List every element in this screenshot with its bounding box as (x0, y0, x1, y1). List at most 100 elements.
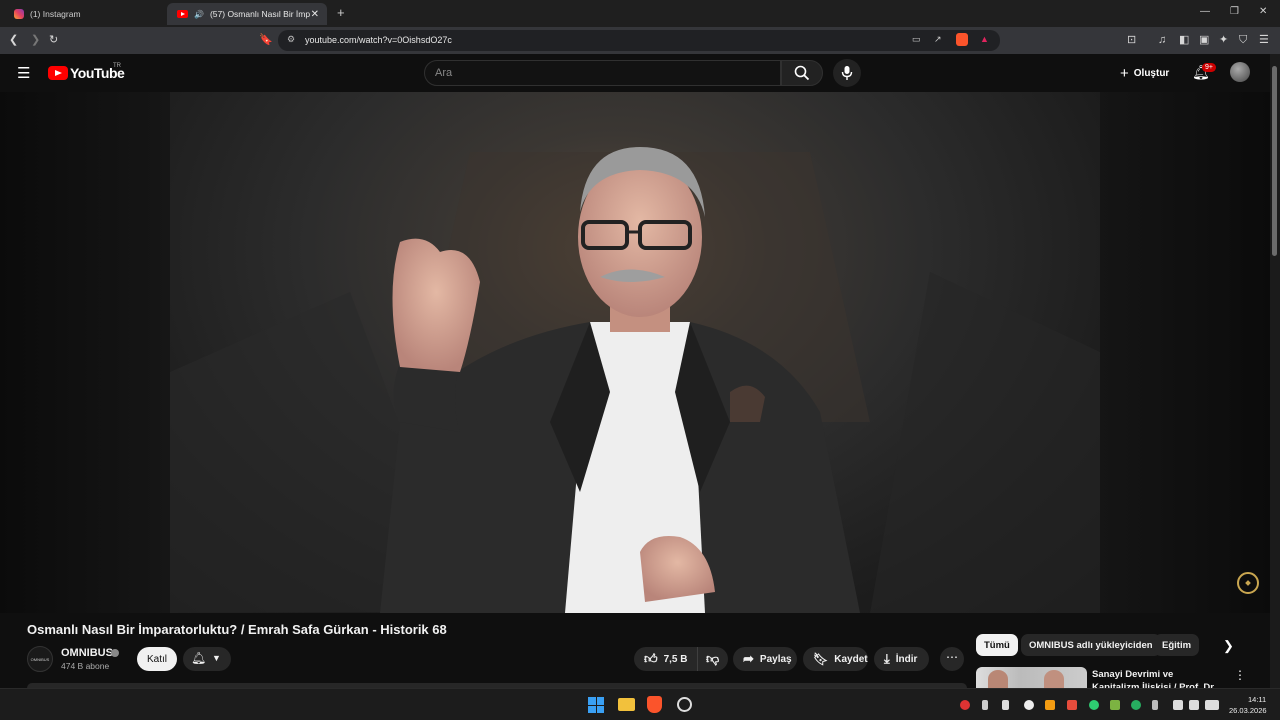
search-input[interactable] (435, 67, 765, 79)
menu-icon[interactable]: ☰ (1259, 33, 1269, 47)
tray-chevron-icon[interactable] (1002, 700, 1009, 710)
chip-label: OMNIBUS adlı yükleyiciden (1029, 639, 1153, 651)
taskbar-time[interactable]: 14:11 (1248, 695, 1266, 704)
youtube-play-logo-icon (48, 66, 68, 80)
microphone-icon (841, 66, 853, 80)
page-scrollbar[interactable] (1270, 54, 1280, 688)
youtube-favicon-icon (177, 10, 188, 18)
youtube-header: ☰ YouTube TR + Oluştur 🔔︎ 9+ (0, 54, 1270, 92)
chevron-right-icon[interactable]: ❯ (1223, 638, 1234, 654)
chip-label: Tümü (984, 639, 1010, 651)
brave-rewards-icon[interactable]: ▲ (980, 34, 989, 44)
download-button[interactable]: ⤓ İndir (874, 647, 929, 671)
search-button[interactable] (781, 60, 823, 86)
tab-youtube[interactable]: 🔊 (57) Osmanlı Nasıl Bir İmpara ✕ (167, 3, 327, 25)
create-label: Oluştur (1133, 67, 1170, 79)
tray-security-icon[interactable] (1131, 700, 1141, 710)
tab-label: (57) Osmanlı Nasıl Bir İmpara (209, 9, 310, 19)
search-icon (794, 65, 810, 81)
tray-mic-icon[interactable] (1152, 700, 1158, 710)
close-window-icon[interactable]: ✕ (1259, 6, 1267, 17)
reload-icon[interactable]: ↻ (49, 33, 58, 47)
minimize-icon[interactable]: — (1200, 6, 1210, 17)
subscriber-count: 474 B abone (61, 661, 110, 671)
media-icon[interactable]: ♫ (1158, 33, 1166, 47)
tray-network-icon[interactable] (982, 700, 988, 710)
tab-instagram[interactable]: (1) Instagram (4, 3, 164, 25)
search-box (424, 60, 781, 86)
forward-icon[interactable]: ❯ (31, 33, 40, 47)
back-icon[interactable]: ❮ (9, 33, 18, 47)
share-icon: ➦ (743, 651, 754, 666)
channel-avatar-text: OMNIBUS (30, 656, 50, 662)
kebab-menu-icon[interactable]: ⋮ (1234, 668, 1246, 682)
chevron-down-icon: ▼ (212, 653, 221, 663)
sidebar-icon[interactable]: ◧ (1179, 33, 1189, 47)
chatgpt-icon[interactable] (677, 697, 692, 712)
like-button[interactable]: 👍︎ 7,5 B (634, 647, 700, 671)
tray-utility-icon[interactable] (1045, 700, 1055, 710)
tray-vpn-icon[interactable] (1067, 700, 1077, 710)
create-button[interactable]: + Oluştur (1120, 63, 1169, 83)
plus-icon: + (1120, 64, 1129, 82)
autoplay-badge-icon[interactable] (1237, 572, 1259, 594)
join-button[interactable]: Katıl (137, 647, 177, 671)
plus-icon[interactable]: + (337, 5, 345, 20)
brave-browser-icon[interactable] (647, 696, 662, 713)
recommendation-title[interactable]: Sanayi Devrimi ve Kapitalizm İlişkisi / … (1092, 668, 1222, 688)
thumbs-down-icon: 👎︎ (706, 651, 720, 666)
bell-icon: 🔔︎ (191, 651, 207, 665)
avatar[interactable] (1230, 62, 1250, 82)
leo-ai-icon[interactable]: ✦ (1219, 33, 1228, 47)
taskbar-date[interactable]: 26.03.2026 (1229, 706, 1267, 715)
brave-shields-icon[interactable] (956, 33, 968, 46)
tray-nvidia-icon[interactable] (1110, 700, 1120, 710)
cast-icon[interactable]: ▭ (912, 34, 921, 45)
notification-count-badge: 9+ (1202, 63, 1216, 72)
share-label: Paylaş (759, 653, 792, 665)
file-explorer-icon[interactable] (618, 698, 635, 711)
chip-all[interactable]: Tümü (976, 634, 1018, 656)
chip-education[interactable]: Eğitim (1154, 634, 1200, 656)
tab-label: (1) Instagram (30, 9, 81, 19)
video-left-letterbox (0, 92, 170, 613)
vpn-shield-icon[interactable]: ⛉ (1239, 33, 1247, 47)
video-speaker-figure (170, 147, 1100, 613)
maximize-icon[interactable]: ❐ (1230, 6, 1239, 17)
download-icon: ⤓ (884, 651, 890, 666)
windows-start-icon[interactable] (588, 697, 604, 713)
speaker-icon: 🔊 (194, 9, 204, 19)
voice-search-button[interactable] (833, 59, 861, 87)
screenshot-icon[interactable]: ⊡ (1127, 33, 1136, 47)
save-label: Kaydet (834, 653, 868, 665)
more-actions-icon[interactable]: ⋯ (940, 647, 964, 671)
save-button[interactable]: 🔖︎ Kaydet (803, 647, 868, 671)
tray-display-icon[interactable] (1173, 700, 1183, 710)
browser-tab-strip: (1) Instagram 🔊 (57) Osmanlı Nasıl Bir İ… (0, 0, 1280, 27)
recommendation-thumbnail[interactable] (976, 667, 1087, 688)
tray-sync-icon[interactable] (1089, 700, 1099, 710)
video-player[interactable] (0, 92, 1270, 613)
chip-label: Eğitim (1162, 639, 1192, 651)
hamburger-menu-icon[interactable]: ☰ (17, 64, 30, 82)
verified-badge-icon (111, 649, 119, 657)
site-settings-icon[interactable]: ⚙ (287, 34, 295, 45)
close-tab-icon[interactable]: ✕ (311, 9, 319, 20)
channel-name[interactable]: OMNIBUS (61, 647, 113, 659)
tray-battery-icon[interactable] (1205, 700, 1219, 710)
tray-steam-icon[interactable] (1024, 700, 1034, 710)
wallet-icon[interactable]: ▣ (1199, 33, 1209, 47)
subscription-bell-button[interactable]: 🔔︎ ▼ (183, 647, 231, 671)
share-button[interactable]: ➦ Paylaş (733, 647, 797, 671)
address-bar[interactable]: ⚙ youtube.com/watch?v=0OishsdO27c ▭ ↗ ▲ (278, 30, 1000, 51)
channel-avatar[interactable]: OMNIBUS (27, 646, 53, 672)
video-right-letterbox (1100, 92, 1270, 613)
thumbs-up-icon: 👍︎ (644, 651, 658, 666)
tray-app-icon[interactable] (960, 700, 970, 710)
share-page-icon[interactable]: ↗ (934, 34, 942, 45)
bookmark-icon[interactable]: 🔖 (259, 33, 273, 47)
tray-volume-icon[interactable] (1189, 700, 1199, 710)
scrollbar-thumb[interactable] (1272, 66, 1277, 256)
dislike-button[interactable]: 👎︎ (697, 647, 728, 671)
chip-from-uploader[interactable]: OMNIBUS adlı yükleyiciden (1021, 634, 1161, 656)
